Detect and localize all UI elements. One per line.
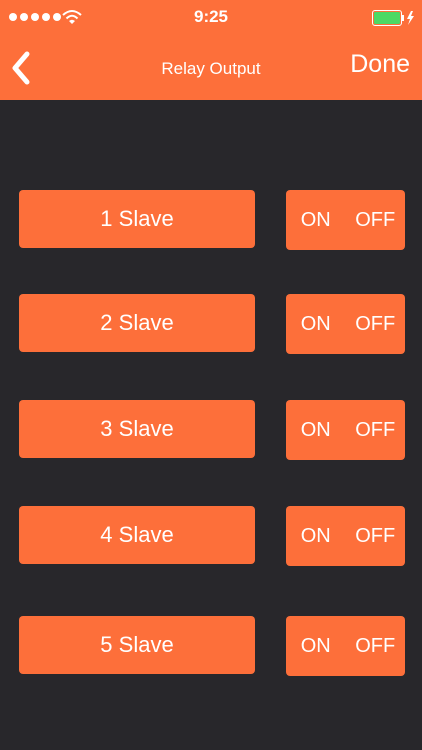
- relay-2-toggle: ON OFF: [286, 294, 405, 354]
- status-time: 9:25: [193, 7, 229, 26]
- relay-1-on-button[interactable]: ON: [286, 190, 346, 250]
- relay-row: 1 Slave ON OFF: [0, 190, 422, 250]
- relay-2-off-button[interactable]: OFF: [346, 294, 406, 354]
- slave-5-button[interactable]: 5 Slave: [19, 616, 255, 674]
- header-bar: 9:25 Relay Output Done: [0, 0, 422, 100]
- relay-3-off-button[interactable]: OFF: [346, 400, 406, 460]
- slave-1-button[interactable]: 1 Slave: [19, 190, 255, 248]
- relay-3-toggle: ON OFF: [286, 400, 405, 460]
- relay-row: 2 Slave ON OFF: [0, 294, 422, 354]
- relay-4-toggle: ON OFF: [286, 506, 405, 566]
- relay-1-off-button[interactable]: OFF: [346, 190, 406, 250]
- navigation-bar: Relay Output Done: [0, 34, 422, 100]
- battery-charging-icon: [372, 10, 414, 26]
- relay-2-on-button[interactable]: ON: [286, 294, 346, 354]
- relay-3-on-button[interactable]: ON: [286, 400, 346, 460]
- relay-5-off-button[interactable]: OFF: [346, 616, 406, 676]
- status-bar: 9:25: [0, 0, 422, 34]
- relay-row: 3 Slave ON OFF: [0, 400, 422, 460]
- done-button[interactable]: Done: [350, 50, 410, 79]
- slave-4-button[interactable]: 4 Slave: [19, 506, 255, 564]
- relay-row: 5 Slave ON OFF: [0, 616, 422, 676]
- relay-4-on-button[interactable]: ON: [286, 506, 346, 566]
- slave-3-button[interactable]: 3 Slave: [19, 400, 255, 458]
- relay-5-on-button[interactable]: ON: [286, 616, 346, 676]
- slave-2-button[interactable]: 2 Slave: [19, 294, 255, 352]
- relay-4-off-button[interactable]: OFF: [346, 506, 406, 566]
- relay-1-toggle: ON OFF: [286, 190, 405, 250]
- relay-row: 4 Slave ON OFF: [0, 506, 422, 566]
- relay-5-toggle: ON OFF: [286, 616, 405, 676]
